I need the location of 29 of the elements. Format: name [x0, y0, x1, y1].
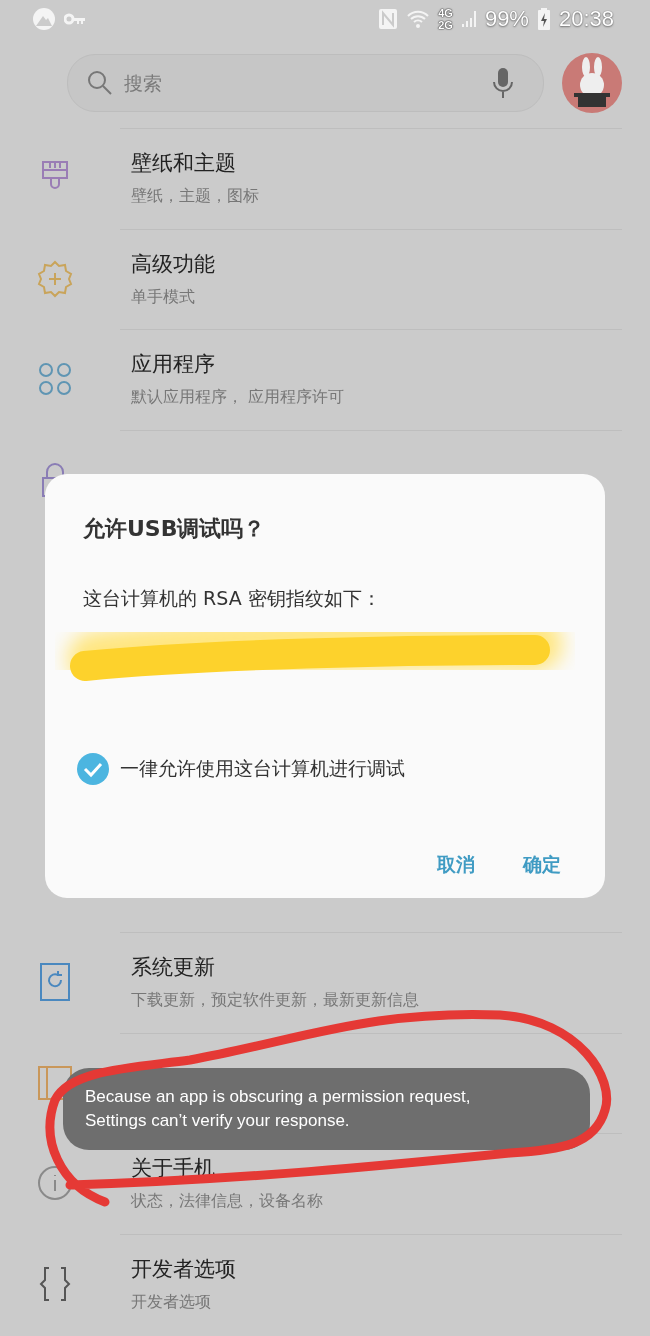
key-icon — [64, 12, 86, 26]
search-icon — [86, 69, 114, 97]
setting-title[interactable]: 壁纸和主题 — [131, 152, 622, 176]
search-input[interactable]: 搜索 — [122, 71, 483, 95]
nfc-icon — [378, 8, 399, 30]
network-label: 4G — [438, 7, 453, 19]
checkbox[interactable] — [76, 752, 110, 786]
mountain-icon — [32, 7, 56, 31]
setting-subtitle: 下载更新，预定软件更新，最新更新信息 — [131, 991, 420, 1010]
setting-title[interactable]: 高级功能 — [131, 252, 622, 276]
avatar[interactable] — [562, 53, 622, 113]
setting-title[interactable]: 应用程序 — [131, 353, 622, 377]
toast-message: Because an app is obscuring a permission request, Settings can’t verify your response. — [85, 1086, 471, 1132]
setting-title[interactable]: 开发者选项 — [131, 1257, 622, 1281]
dialog-message: 这台计算机的 RSA 密钥指纹如下： — [83, 586, 382, 611]
setting-subtitle: 单手模式 — [131, 287, 196, 306]
search-field[interactable]: 搜索 — [67, 54, 544, 112]
battery-charging-icon — [536, 7, 551, 31]
microphone-icon[interactable] — [491, 67, 515, 99]
signal-icon — [460, 9, 477, 29]
gear-plus-icon — [35, 258, 75, 299]
wifi-icon — [406, 9, 431, 29]
dialog-title: 允许USB调试吗？ — [83, 515, 267, 543]
setting-subtitle: 默认应用程序， 应用程序许可 — [131, 388, 346, 407]
setting-subtitle: 开发者选项 — [131, 1292, 212, 1311]
setting-subtitle: 壁纸，主题，图标 — [131, 187, 260, 206]
setting-title[interactable]: 系统更新 — [131, 956, 622, 980]
setting-subtitle: 状态，法律信息，设备名称 — [131, 1192, 324, 1211]
checkbox-label: 一律允许使用这台计算机进行调试 — [120, 756, 405, 781]
